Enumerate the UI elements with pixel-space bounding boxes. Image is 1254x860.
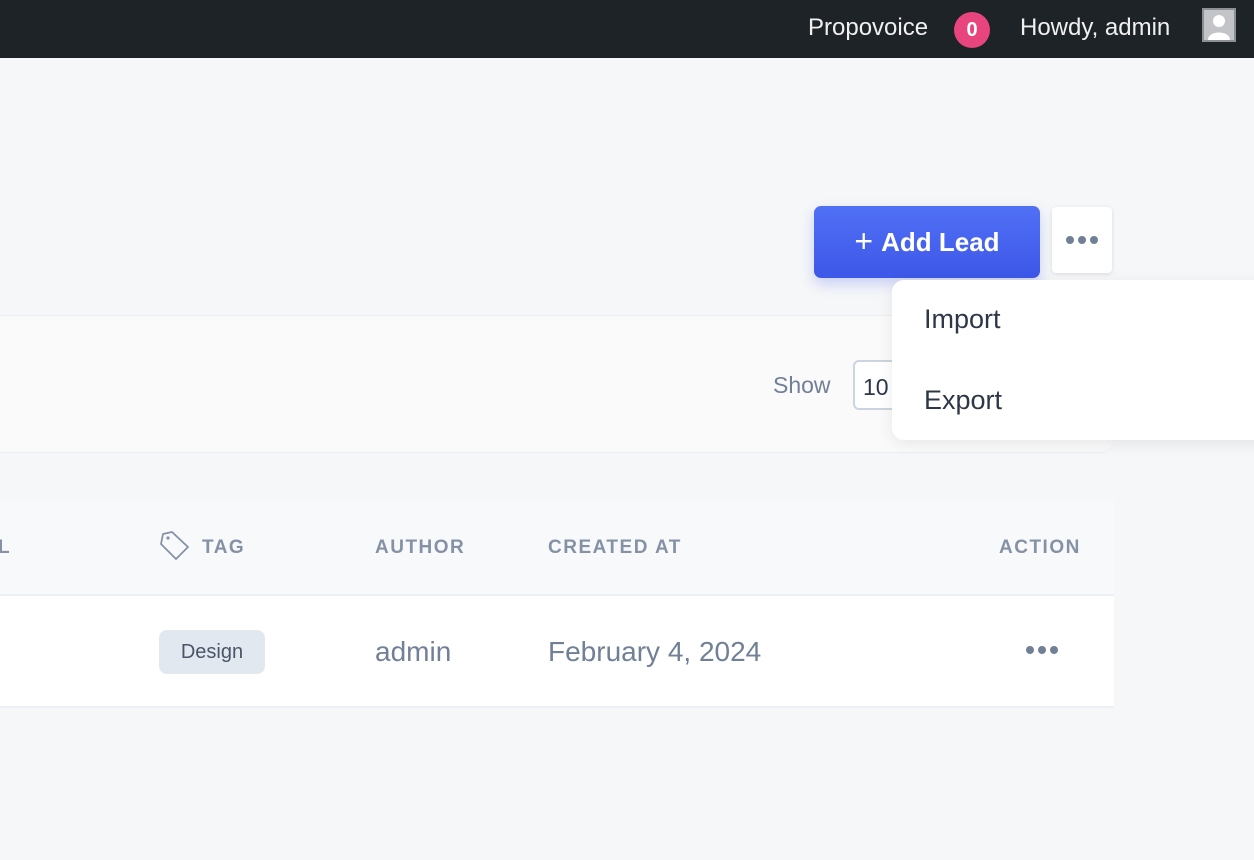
- dot-icon: [1050, 646, 1058, 654]
- menu-item-export[interactable]: Export: [924, 385, 1002, 416]
- notification-badge[interactable]: 0: [954, 12, 990, 48]
- menu-item-import[interactable]: Import: [924, 304, 1001, 335]
- propovoice-link[interactable]: Propovoice: [808, 14, 928, 42]
- add-lead-button[interactable]: + Add Lead: [814, 206, 1040, 278]
- more-options-button[interactable]: [1052, 207, 1112, 273]
- dot-icon: [1038, 646, 1046, 654]
- user-avatar-icon: [1208, 15, 1230, 40]
- dot-icon: [1090, 236, 1098, 244]
- column-header-author: AUTHOR: [375, 537, 466, 558]
- tag-icon: [160, 531, 189, 560]
- dot-icon: [1078, 236, 1086, 244]
- column-header-tag: TAG: [202, 537, 246, 558]
- row-action-button[interactable]: [1020, 640, 1064, 660]
- admin-bar: Propovoice 0 Howdy, admin: [0, 0, 1254, 58]
- dot-icon: [1066, 236, 1074, 244]
- column-header-created-at: CREATED AT: [548, 537, 682, 558]
- show-label: Show: [773, 372, 831, 398]
- author-cell: admin: [375, 636, 452, 667]
- created-at-cell: February 4, 2024: [548, 636, 762, 667]
- more-options-menu: Import Export: [892, 280, 1254, 440]
- column-header-action: ACTION: [999, 537, 1081, 558]
- avatar[interactable]: [1202, 8, 1236, 42]
- howdy-user-link[interactable]: Howdy, admin: [1020, 14, 1170, 42]
- add-lead-label: Add Lead: [881, 226, 1000, 257]
- dot-icon: [1026, 646, 1034, 654]
- tag-badge: Design: [159, 630, 265, 674]
- plus-icon: +: [854, 222, 874, 259]
- column-header-partial: L: [0, 537, 12, 558]
